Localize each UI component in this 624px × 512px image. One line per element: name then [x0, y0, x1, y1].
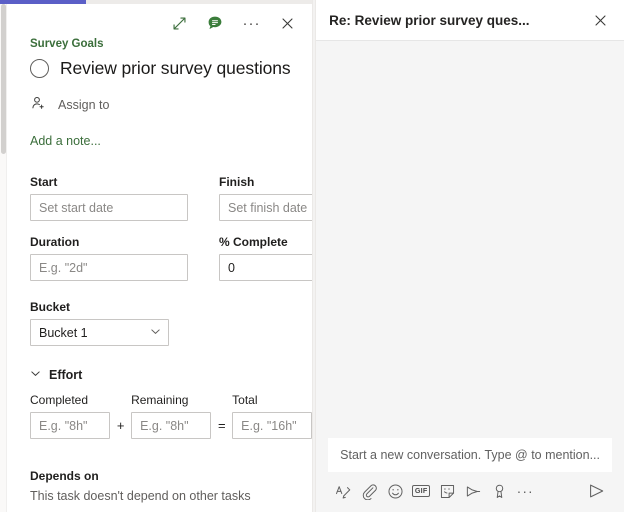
effort-completed-label: Completed [30, 393, 110, 407]
bucket-label: Bucket [30, 300, 312, 314]
percent-complete-field: % Complete [219, 235, 312, 281]
finish-date-label: Finish [219, 175, 312, 189]
chevron-down-icon [30, 368, 41, 382]
bucket-field: Bucket [30, 300, 312, 346]
task-pane-scroll-thumb[interactable] [1, 4, 6, 154]
emoji-icon[interactable] [382, 478, 408, 504]
composer-action-bar: GIF [328, 477, 612, 505]
attach-icon[interactable] [356, 478, 382, 504]
add-note-link[interactable]: Add a note... [30, 134, 312, 148]
assign-to-label: Assign to [58, 98, 109, 112]
duration-input[interactable] [30, 254, 188, 281]
more-options-icon[interactable]: ··· [238, 10, 264, 36]
comments-icon[interactable] [202, 10, 228, 36]
effort-equals-operator: = [211, 418, 232, 439]
message-input-placeholder: Start a new conversation. Type @ to ment… [340, 448, 600, 462]
task-detail-body: Survey Goals Review prior survey questio… [8, 38, 312, 512]
conversation-title: Re: Review prior survey ques... [329, 13, 580, 28]
effort-section-label: Effort [49, 368, 82, 382]
start-date-field: Start [30, 175, 188, 221]
task-complete-checkbox-icon[interactable] [30, 59, 49, 78]
task-pane-scrollbar[interactable] [0, 4, 7, 512]
percent-complete-input[interactable] [219, 254, 312, 281]
start-date-input[interactable] [30, 194, 188, 221]
format-icon[interactable] [330, 478, 356, 504]
close-icon[interactable] [274, 10, 300, 36]
effort-completed-field: Completed [30, 393, 110, 439]
more-options-icon[interactable]: ··· [512, 478, 538, 504]
effort-remaining-input[interactable] [131, 412, 211, 439]
conversation-header: Re: Review prior survey ques... [316, 0, 624, 41]
add-person-icon [30, 95, 47, 115]
stream-icon[interactable] [460, 478, 486, 504]
effort-total-input[interactable] [232, 412, 312, 439]
task-detail-pane: ··· Survey Goals Review prior survey que… [0, 0, 312, 512]
effort-remaining-label: Remaining [131, 393, 211, 407]
message-input-box[interactable]: Start a new conversation. Type @ to ment… [328, 438, 612, 472]
assign-to-row[interactable]: Assign to [30, 95, 312, 115]
percent-complete-label: % Complete [219, 235, 312, 249]
more-options-glyph: ··· [242, 16, 260, 31]
bucket-select[interactable] [30, 319, 169, 346]
message-composer: Start a new conversation. Type @ to ment… [316, 438, 624, 512]
bucket-breadcrumb[interactable]: Survey Goals [30, 38, 312, 50]
task-title-row: Review prior survey questions [30, 59, 312, 78]
bucket-select-wrap[interactable] [30, 319, 169, 346]
task-details-window: ··· Survey Goals Review prior survey que… [0, 0, 624, 512]
message-list [316, 41, 624, 438]
send-icon[interactable] [584, 478, 610, 504]
effort-remaining-field: Remaining [131, 393, 211, 439]
close-icon[interactable] [588, 8, 612, 32]
praise-icon[interactable] [486, 478, 512, 504]
task-progress-track [0, 0, 312, 4]
task-progress-fill [0, 0, 86, 4]
task-title[interactable]: Review prior survey questions [60, 59, 291, 78]
task-fields-grid: Start Finish Duration % Complete [30, 175, 312, 295]
duration-field: Duration [30, 235, 188, 281]
finish-date-field: Finish [219, 175, 312, 221]
effort-total-field: Total [232, 393, 312, 439]
depends-on-label: Depends on [30, 469, 312, 483]
depends-on-text: This task doesn't depend on other tasks [30, 489, 312, 503]
duration-label: Duration [30, 235, 188, 249]
effort-completed-input[interactable] [30, 412, 110, 439]
gif-label: GIF [412, 485, 431, 497]
start-date-label: Start [30, 175, 188, 189]
sticker-icon[interactable] [434, 478, 460, 504]
effort-total-label: Total [232, 393, 312, 407]
effort-grid: Completed + Remaining = Total [30, 393, 312, 439]
gif-icon[interactable]: GIF [408, 478, 434, 504]
conversation-pane: Re: Review prior survey ques... Start a … [316, 0, 624, 512]
finish-date-input[interactable] [219, 194, 312, 221]
effort-plus-operator: + [110, 418, 131, 439]
expand-task-icon[interactable] [166, 10, 192, 36]
task-pane-toolbar: ··· [166, 10, 300, 36]
effort-section-toggle[interactable]: Effort [30, 368, 312, 382]
